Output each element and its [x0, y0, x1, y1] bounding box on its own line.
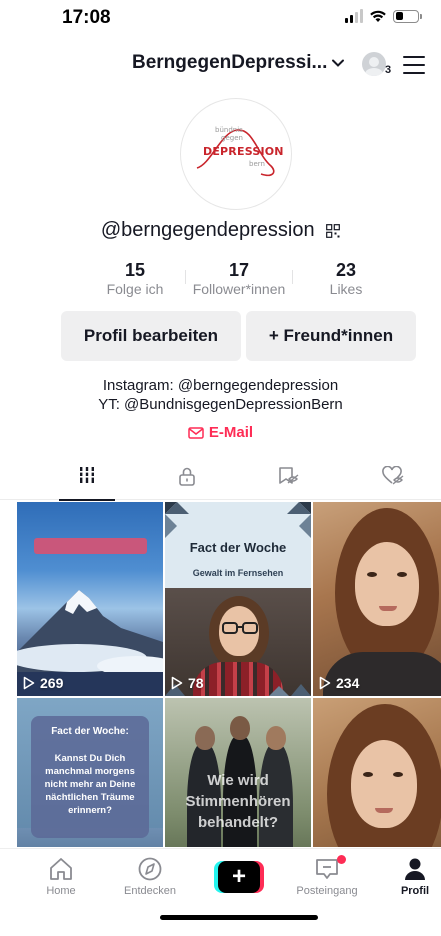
following-stat[interactable]: 15 Folge ich: [98, 260, 172, 298]
nav-discover-label: Entdecken: [124, 885, 176, 897]
play-icon: [171, 676, 183, 690]
lock-icon: [179, 467, 195, 486]
profile-picture[interactable]: bündnis gegen DEPRESSION bern: [180, 98, 292, 210]
hidden-likes-icon: [382, 466, 404, 485]
plus-icon: +: [218, 861, 260, 893]
menu-icon[interactable]: [403, 56, 425, 74]
notification-dot: [337, 855, 346, 864]
tab-liked[interactable]: [363, 462, 423, 500]
grid-icon: [79, 467, 95, 483]
caption-bar: [34, 538, 147, 554]
play-icon: [23, 676, 35, 690]
video-thumbnail[interactable]: Wie wird Stimmenhören behandelt?: [165, 698, 311, 847]
nav-profile-label: Profil: [400, 885, 430, 897]
video-title: Fact der Woche: [189, 540, 287, 555]
following-label: Folge ich: [106, 281, 164, 297]
edit-profile-button[interactable]: Profil bearbeiten: [61, 311, 241, 361]
video-title: Fact der Woche:: [51, 726, 129, 737]
tab-private[interactable]: [157, 462, 217, 500]
email-label: E-Mail: [208, 424, 254, 441]
followers-count: 17: [228, 260, 250, 280]
tab-reposts[interactable]: [258, 462, 318, 500]
view-count: 269: [23, 675, 63, 691]
nav-discover[interactable]: Entdecken: [110, 857, 190, 897]
account-avatar-button[interactable]: [362, 52, 386, 76]
nav-profile[interactable]: Profil: [375, 857, 441, 897]
video-thumbnail[interactable]: 269: [17, 502, 163, 696]
likes-stat[interactable]: 23 Likes: [318, 260, 374, 298]
profile-icon: [405, 858, 425, 880]
signal-icon: [345, 9, 363, 23]
account-name: BerngegenDepressi...: [132, 52, 328, 73]
profile-bio: Instagram: @berngegendepression YT: @Bun…: [0, 376, 441, 414]
account-switcher[interactable]: BerngegenDepressi...: [132, 52, 345, 74]
view-count: 234: [319, 675, 359, 691]
home-indicator[interactable]: [160, 915, 318, 920]
battery-icon: [393, 9, 422, 23]
nav-home[interactable]: Home: [21, 857, 101, 897]
stat-divider: [292, 270, 293, 284]
likes-count: 23: [335, 260, 357, 280]
video-thumbnail[interactable]: Fact der Woche Gewalt im Fernsehen 78: [165, 502, 311, 696]
profile-header: BerngegenDepressi... 3: [0, 52, 441, 86]
video-thumbnail[interactable]: [313, 698, 441, 847]
bio-line-youtube: YT: @BundnisgegenDepressionBern: [98, 396, 343, 413]
status-icons: [345, 9, 422, 23]
tab-videos[interactable]: [57, 462, 117, 501]
email-link[interactable]: E-Mail: [0, 424, 441, 441]
home-icon: [50, 858, 72, 880]
following-count: 15: [124, 260, 146, 280]
inbox-icon: [316, 859, 338, 879]
account-notification-count: 3: [385, 64, 392, 76]
video-subtitle: Gewalt im Fernsehen: [192, 568, 284, 578]
hidden-repost-icon: [279, 467, 299, 484]
pattern-decoration: [165, 502, 311, 538]
nav-inbox-label: Posteingang: [296, 885, 358, 897]
username-text: @berngegendepression: [100, 219, 315, 241]
play-icon: [319, 676, 331, 690]
wifi-icon: [370, 10, 386, 22]
view-count: 78: [171, 675, 204, 691]
followers-stat[interactable]: 17 Follower*innen: [186, 260, 292, 298]
chevron-down-icon: [332, 59, 345, 67]
video-thumbnail[interactable]: 234: [313, 502, 441, 696]
buendnis-logo: bündnis gegen DEPRESSION bern: [191, 124, 284, 184]
nav-inbox[interactable]: Posteingang: [287, 855, 367, 897]
create-post-button[interactable]: +: [214, 861, 264, 893]
mail-icon: [188, 426, 204, 439]
profile-stats: 15 Folge ich 17 Follower*innen 23 Likes: [0, 260, 441, 300]
video-thumbnail[interactable]: Fact der Woche: Kannst Du Dich manchmal …: [17, 698, 163, 847]
status-time: 17:08: [62, 7, 111, 28]
video-caption: Kannst Du Dich manchmal morgens nicht me…: [44, 753, 136, 816]
video-caption: Wie wird Stimmenhören behandelt?: [185, 772, 291, 831]
compass-icon: [138, 857, 162, 881]
add-friends-button[interactable]: + Freund*innen: [246, 311, 416, 361]
status-bar: 17:08: [0, 0, 441, 36]
qr-code-icon[interactable]: [326, 223, 341, 238]
bottom-navigation: Home Entdecken + Posteingang Profil: [0, 848, 441, 936]
fact-card: Fact der Woche: Kannst Du Dich manchmal …: [31, 716, 149, 838]
bio-line-instagram: Instagram: @berngegendepression: [102, 377, 339, 394]
username: @berngegendepression: [0, 219, 441, 242]
nav-home-label: Home: [46, 885, 76, 897]
content-tabs: [0, 462, 441, 501]
followers-label: Follower*innen: [192, 281, 286, 297]
video-grid: 269 Fact der Woche Gewalt im Fernsehen 7…: [17, 502, 441, 847]
likes-label: Likes: [329, 281, 363, 297]
